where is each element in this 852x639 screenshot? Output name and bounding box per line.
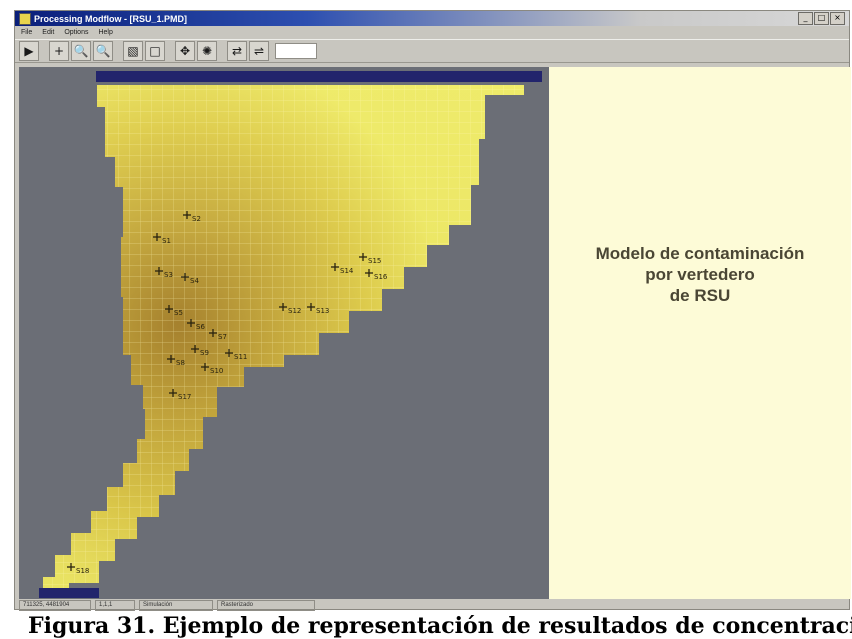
figure-caption: Figura 31. Ejemplo de representación de … — [28, 614, 852, 639]
window-title: Processing Modflow - [RSU_1.PMD] — [34, 13, 188, 24]
well-label: S7 — [218, 333, 227, 341]
box-icon[interactable]: □ — [145, 41, 165, 61]
model-grid — [43, 85, 524, 593]
open-icon[interactable]: ▶ — [19, 41, 39, 61]
app-icon — [19, 12, 31, 25]
well-label: S12 — [288, 307, 301, 315]
well-label: S16 — [374, 273, 388, 281]
well-label: S1 — [162, 237, 171, 245]
maximize-button[interactable]: □ — [814, 12, 829, 25]
menu-file[interactable]: File — [21, 29, 32, 36]
minimize-button[interactable]: _ — [798, 12, 813, 25]
toolbar-input[interactable] — [275, 43, 317, 59]
well-label: S5 — [174, 309, 183, 317]
zoom-out-icon[interactable]: 🔍 — [93, 41, 113, 61]
well-label: S10 — [210, 367, 223, 375]
panel-line-2: por vertedero — [645, 265, 755, 284]
well-label: S3 — [164, 271, 173, 279]
status-bar: 711325, 4481904 1,1,1 Simulación Rasteri… — [15, 600, 849, 611]
well-label: S6 — [196, 323, 205, 331]
well-label: S11 — [234, 353, 247, 361]
well-label: S14 — [340, 267, 354, 275]
menu-options[interactable]: Options — [64, 29, 88, 36]
model-description: Modelo de contaminación por vertedero de… — [549, 243, 851, 306]
crosshair-icon[interactable]: + — [49, 41, 69, 61]
map-header-bar — [96, 71, 542, 82]
application-window: Processing Modflow - [RSU_1.PMD] _ □ × F… — [14, 10, 851, 611]
pan-icon[interactable]: ✥ — [175, 41, 195, 61]
well-label: S15 — [368, 257, 381, 265]
select-icon[interactable]: ▧ — [123, 41, 143, 61]
zoom-in-icon[interactable]: 🔍 — [71, 41, 91, 61]
well-label: S13 — [316, 307, 329, 315]
status-grid: Simulación — [139, 600, 213, 611]
panel-line-1: Modelo de contaminación — [595, 244, 805, 263]
status-layer: 1,1,1 — [95, 600, 135, 611]
well-label: S9 — [200, 349, 209, 357]
well-label: S4 — [190, 277, 199, 285]
tool-a-icon[interactable]: ⇄ — [227, 41, 247, 61]
well-label: S2 — [192, 215, 201, 223]
map-canvas[interactable]: S1 S2 S3 S4 S5 S6 S7 S8 S9 S10 S11 S12 S13 S14 S15 S16 S… — [19, 67, 549, 599]
menu-edit[interactable]: Edit — [42, 29, 54, 36]
status-mode: Rasterizado — [217, 600, 315, 611]
panel-line-3: de RSU — [669, 286, 731, 305]
well-label: S8 — [176, 359, 185, 367]
map-footer-bar — [39, 588, 99, 598]
status-coordinates: 711325, 4481904 — [19, 600, 91, 611]
well-label: S18 — [76, 567, 89, 575]
menu-bar: File Edit Options Help — [15, 26, 849, 39]
toolbar: ▶ + 🔍 🔍 ▧ □ ✥ ✺ ⇄ ⇌ — [15, 39, 849, 63]
close-button[interactable]: × — [830, 12, 845, 25]
map-view[interactable]: S1 S2 S3 S4 S5 S6 S7 S8 S9 S10 S11 S12 S13 S14 S15 S16 S… — [19, 67, 549, 599]
title-bar[interactable]: Processing Modflow - [RSU_1.PMD] _ □ × — [15, 11, 849, 26]
info-panel: Modelo de contaminación por vertedero de… — [549, 67, 851, 599]
refresh-icon[interactable]: ✺ — [197, 41, 217, 61]
tool-b-icon[interactable]: ⇌ — [249, 41, 269, 61]
menu-help[interactable]: Help — [98, 29, 112, 36]
well-label: S17 — [178, 393, 191, 401]
window-controls: _ □ × — [798, 12, 845, 25]
